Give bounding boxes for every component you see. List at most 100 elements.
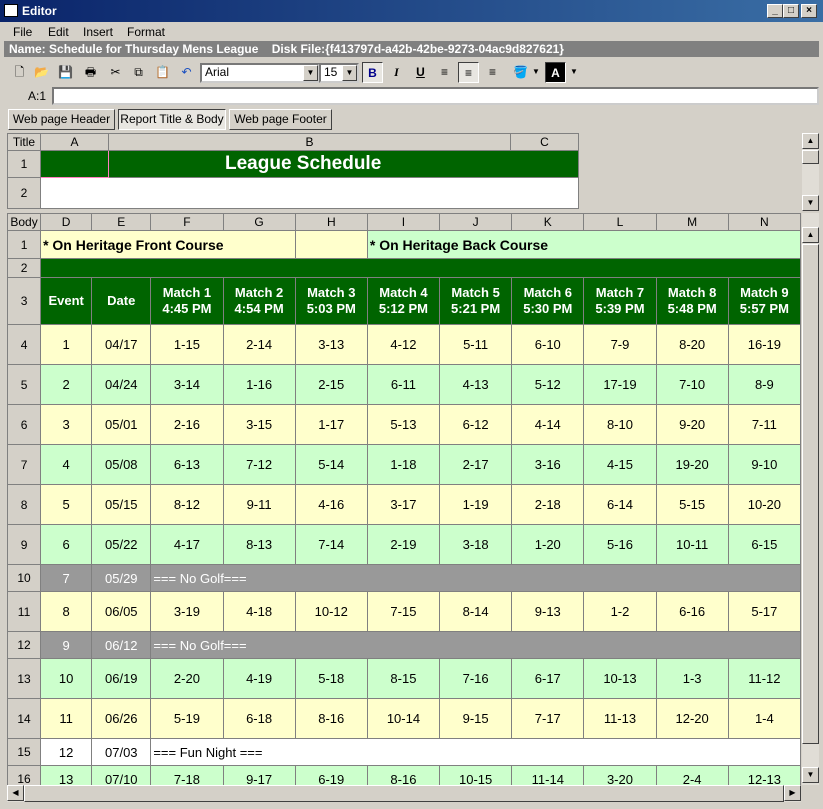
- grid-cell[interactable]: 1-16: [222, 364, 296, 405]
- grid-cell[interactable]: 9-15: [439, 698, 513, 739]
- grid-cell[interactable]: 6-13: [150, 444, 224, 485]
- menu-edit[interactable]: Edit: [48, 25, 69, 39]
- row-header[interactable]: 6: [6, 404, 42, 445]
- grid-cell[interactable]: 6-18: [222, 698, 296, 739]
- scroll-thumb[interactable]: [24, 785, 784, 802]
- grid-cell[interactable]: 1-18: [366, 444, 441, 485]
- grid-cell[interactable]: 3-13: [294, 324, 368, 365]
- grid-cell[interactable]: 2-20: [150, 658, 224, 699]
- chevron-down-icon[interactable]: ▼: [303, 65, 318, 81]
- grid-cell[interactable]: 2-15: [294, 364, 368, 405]
- column-header[interactable]: A: [40, 133, 109, 151]
- grid-cell[interactable]: 7: [40, 564, 93, 592]
- grid-cell[interactable]: 7-12: [222, 444, 296, 485]
- row-header[interactable]: 1: [6, 230, 42, 259]
- grid-cell[interactable]: 6-16: [655, 591, 729, 632]
- font-color-button[interactable]: A: [545, 62, 566, 83]
- row-header[interactable]: 7: [6, 444, 42, 485]
- grid-cell[interactable]: 5-18: [294, 658, 368, 699]
- grid-cell[interactable]: 2: [40, 364, 93, 405]
- grid-cell[interactable]: 10-11: [655, 524, 729, 565]
- grid-cell[interactable]: 1-15: [150, 324, 224, 365]
- grid-cell[interactable]: 7-16: [439, 658, 513, 699]
- row-header[interactable]: 2: [7, 177, 41, 209]
- grid-cell[interactable]: 10-13: [583, 658, 657, 699]
- grid-cell[interactable]: 5-19: [150, 698, 224, 739]
- grid-cell[interactable]: 5-13: [366, 404, 441, 445]
- grid-cell[interactable]: 6-14: [583, 484, 657, 525]
- tab-web-page-footer[interactable]: Web page Footer: [229, 109, 332, 130]
- column-header[interactable]: D: [40, 213, 93, 231]
- column-header[interactable]: K: [511, 213, 585, 231]
- row-header[interactable]: 5: [6, 364, 42, 405]
- underline-button[interactable]: U: [410, 62, 431, 83]
- grid-cell[interactable]: 2-18: [511, 484, 585, 525]
- chevron-down-icon[interactable]: ▼: [531, 62, 541, 83]
- grid-cell[interactable]: 1-20: [511, 524, 585, 565]
- grid-cell[interactable]: 3-16: [511, 444, 585, 485]
- grid-cell[interactable]: 5-15: [655, 484, 729, 525]
- grid-cell[interactable]: 8-10: [583, 404, 657, 445]
- grid-cell[interactable]: 7-10: [655, 364, 729, 405]
- grid-cell[interactable]: 05/29: [91, 564, 152, 592]
- grid-cell[interactable]: 8-15: [366, 658, 441, 699]
- grid-cell[interactable]: 1-2: [583, 591, 657, 632]
- grid-cell[interactable]: 4-13: [439, 364, 513, 405]
- grid-cell[interactable]: 4: [40, 444, 93, 485]
- scroll-down-icon[interactable]: ▼: [802, 767, 819, 783]
- grid-cell[interactable]: 3-17: [366, 484, 441, 525]
- grid-cell[interactable]: 5-17: [727, 591, 802, 632]
- row-header[interactable]: 2: [6, 258, 42, 278]
- grid-cell[interactable]: 07/03: [91, 738, 152, 766]
- grid-cell[interactable]: 3: [40, 404, 93, 445]
- grid-cell[interactable]: 4-14: [511, 404, 585, 445]
- grid-cell[interactable]: 9-10: [727, 444, 802, 485]
- grid-cell[interactable]: 6-15: [727, 524, 802, 565]
- front-course-note[interactable]: * On Heritage Front Course: [40, 230, 296, 259]
- scroll-thumb[interactable]: [802, 150, 819, 164]
- formula-input[interactable]: [52, 87, 819, 105]
- align-left-icon[interactable]: ≡: [434, 62, 455, 83]
- scroll-thumb[interactable]: [802, 244, 819, 744]
- report-title[interactable]: League Schedule: [108, 150, 579, 178]
- grid-cell[interactable]: 11-12: [727, 658, 802, 699]
- grid-cell[interactable]: 4-18: [222, 591, 296, 632]
- bold-button[interactable]: B: [362, 62, 383, 83]
- column-title[interactable]: Match 9 5:57 PM: [727, 277, 802, 325]
- column-header[interactable]: C: [510, 133, 579, 151]
- grid-cell[interactable]: [40, 258, 801, 278]
- align-right-icon[interactable]: ≡: [482, 62, 503, 83]
- column-header[interactable]: I: [366, 213, 441, 231]
- grid-cell[interactable]: 8-13: [222, 524, 296, 565]
- title-vertical-scrollbar[interactable]: ▲ ▼: [802, 133, 819, 211]
- grid-cell[interactable]: 11-13: [583, 698, 657, 739]
- align-center-icon[interactable]: ≡: [458, 62, 479, 83]
- grid-cell[interactable]: 2-16: [150, 404, 224, 445]
- grid-cell[interactable]: 5-16: [583, 524, 657, 565]
- grid-cell[interactable]: 16-19: [727, 324, 802, 365]
- grid-cell[interactable]: 10: [40, 658, 93, 699]
- menu-format[interactable]: Format: [127, 25, 165, 39]
- grid-cell[interactable]: 06/12: [91, 631, 152, 659]
- grid-cell[interactable]: 12: [40, 738, 93, 766]
- grid-cell[interactable]: 04/17: [91, 324, 152, 365]
- column-title[interactable]: Match 5 5:21 PM: [439, 277, 513, 325]
- fill-color-icon[interactable]: 🪣: [510, 62, 531, 83]
- grid-cell[interactable]: 5-14: [294, 444, 368, 485]
- row-header[interactable]: 9: [6, 524, 42, 565]
- column-header[interactable]: L: [583, 213, 657, 231]
- grid-cell[interactable]: 4-16: [294, 484, 368, 525]
- close-button[interactable]: ×: [801, 4, 817, 18]
- grid-cell[interactable]: 05/22: [91, 524, 152, 565]
- grid-cell[interactable]: 4-17: [150, 524, 224, 565]
- horizontal-scrollbar[interactable]: ◀ ▶: [7, 785, 801, 802]
- new-document-icon[interactable]: 🗋: [9, 62, 30, 83]
- grid-cell[interactable]: 9-11: [222, 484, 296, 525]
- grid-cell[interactable]: 3-19: [150, 591, 224, 632]
- grid-cell[interactable]: 1: [40, 324, 93, 365]
- copy-icon[interactable]: ⧉: [128, 62, 149, 83]
- column-title[interactable]: Event: [40, 277, 93, 325]
- grid-cell[interactable]: 9-20: [655, 404, 729, 445]
- row-header[interactable]: 4: [6, 324, 42, 365]
- column-title[interactable]: Date: [91, 277, 152, 325]
